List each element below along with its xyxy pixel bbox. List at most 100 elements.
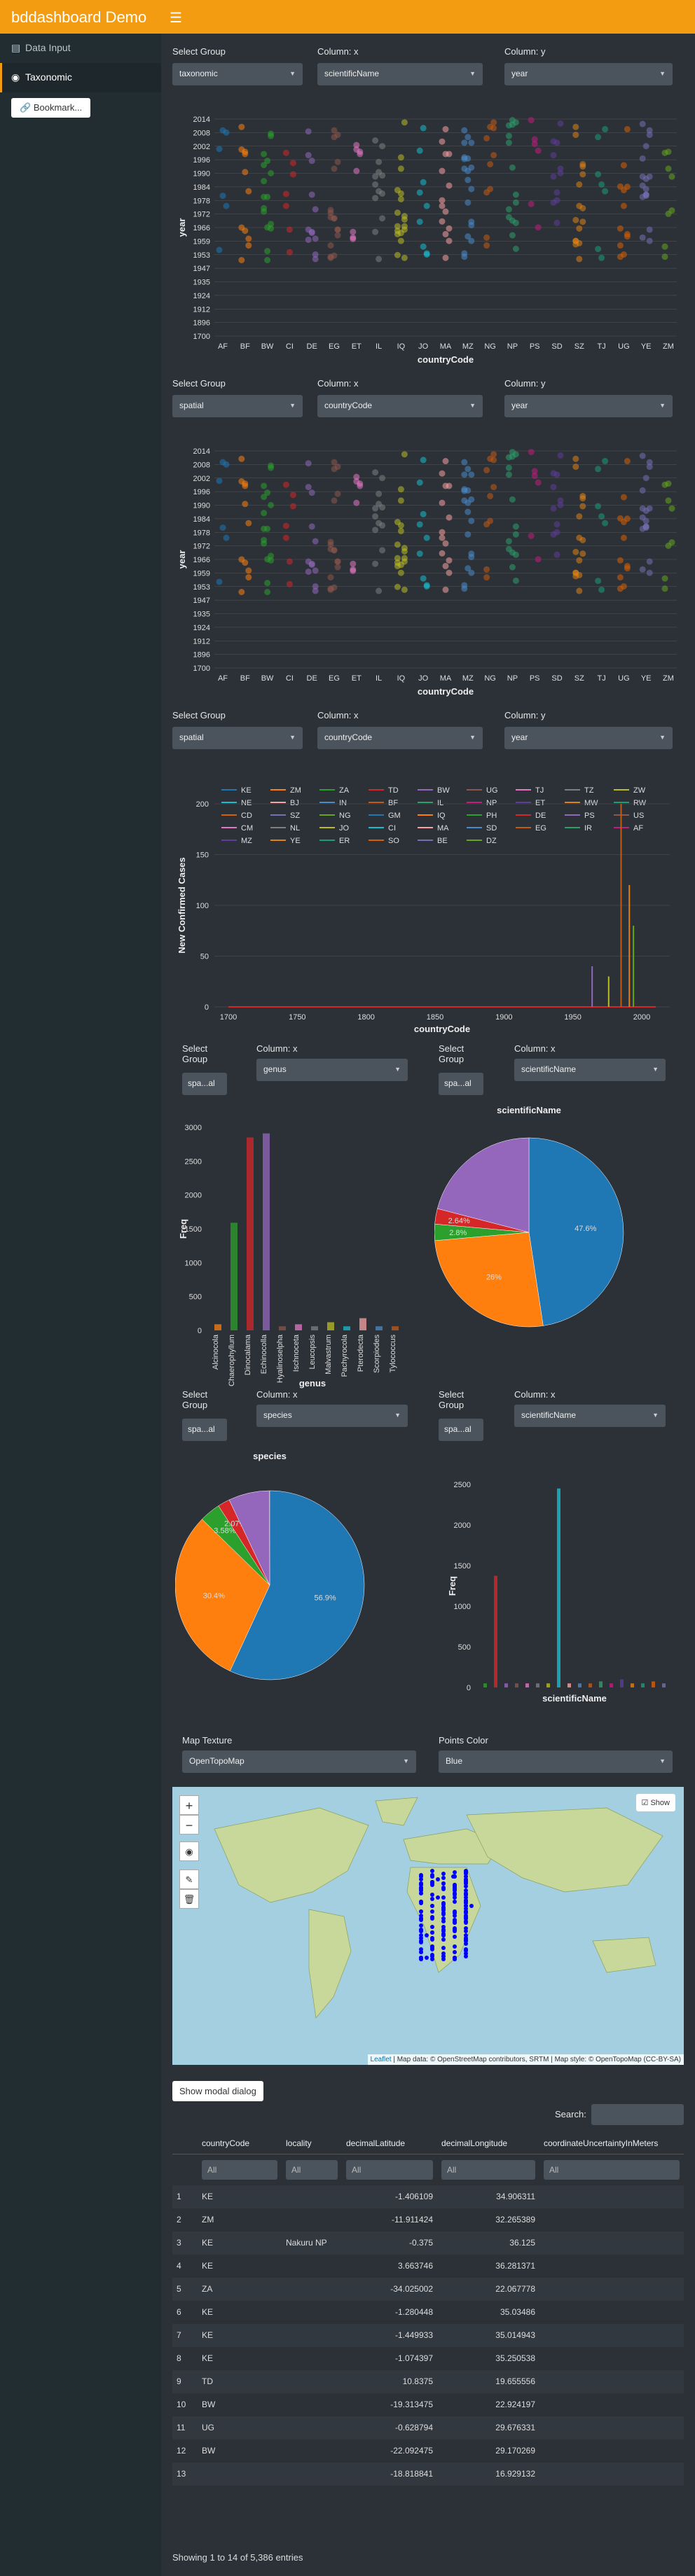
x-tick-label: 1800 <box>357 1013 374 1022</box>
group-select[interactable]: spa...al <box>439 1419 483 1441</box>
world-map[interactable]: + − ◉ ✎ 🗑 ☑ Show Leaflet | Map data: © O… <box>172 1787 684 2065</box>
bar <box>599 1681 603 1687</box>
data-point <box>334 558 341 565</box>
edit-icon[interactable]: ✎ <box>179 1870 199 1889</box>
bar <box>392 1326 399 1330</box>
data-point <box>282 522 289 529</box>
table-cell: -19.313475 <box>390 2400 433 2409</box>
data-point <box>223 202 230 209</box>
column-header[interactable]: countryCode <box>198 2133 282 2154</box>
data-point <box>420 457 427 464</box>
data-point <box>642 191 649 198</box>
search-input[interactable] <box>591 2104 684 2125</box>
column-header[interactable]: locality <box>282 2133 342 2154</box>
data-point <box>461 139 468 146</box>
x-select[interactable]: countryCode ▼ <box>317 727 483 749</box>
data-point <box>646 558 653 565</box>
column-header[interactable]: decimalLongitude <box>437 2133 539 2154</box>
sidebar-item-taxonomic[interactable]: ◉ Taxonomic <box>0 63 161 92</box>
data-point <box>286 558 293 565</box>
table-row[interactable]: 4 KE 3.663746 36.281371 <box>172 2255 684 2278</box>
table-row[interactable]: 8 KE -1.074397 35.250538 <box>172 2347 684 2370</box>
y-select[interactable]: year ▼ <box>504 395 673 417</box>
table-row[interactable]: 10 BW -19.313475 22.924197 <box>172 2393 684 2416</box>
group-select[interactable]: spa...al <box>182 1419 227 1441</box>
table-cell <box>539 2393 684 2416</box>
data-point <box>264 248 271 255</box>
data-point <box>216 478 223 485</box>
y-select[interactable]: year ▼ <box>504 727 673 749</box>
table-row[interactable]: 7 KE -1.449933 35.014943 <box>172 2323 684 2347</box>
data-point <box>487 455 494 462</box>
data-point <box>245 235 252 242</box>
legend-label: CM <box>241 824 253 833</box>
data-point <box>528 200 535 207</box>
table-cell: 22.924197 <box>495 2400 535 2409</box>
show-modal-button[interactable]: Show modal dialog <box>172 2081 263 2101</box>
x-select[interactable]: scientificName ▼ <box>514 1405 666 1427</box>
data-point <box>379 143 386 150</box>
locate-button[interactable]: ◉ <box>179 1842 199 1861</box>
bar <box>263 1133 270 1330</box>
zoom-in-button[interactable]: + <box>179 1795 199 1815</box>
data-point <box>223 534 230 541</box>
x-tick-label: 1900 <box>495 1013 512 1022</box>
sidebar-item-data-input[interactable]: ▤ Data Input <box>0 34 161 63</box>
group-select[interactable]: spa...al <box>439 1073 483 1095</box>
map-texture-select[interactable]: OpenTopoMap ▼ <box>182 1750 416 1773</box>
layer-toggle[interactable]: ☑ Show <box>635 1794 675 1811</box>
table-cell <box>282 2462 342 2486</box>
points-color-select[interactable]: Blue ▼ <box>439 1750 673 1773</box>
x-select[interactable]: countryCode ▼ <box>317 395 483 417</box>
trash-icon[interactable]: 🗑 <box>179 1889 199 1909</box>
x-tick-label: ET <box>352 342 362 351</box>
table-row[interactable]: 12 BW -22.092475 29.170269 <box>172 2439 684 2463</box>
table-row[interactable]: 3 KE Nakuru NP -0.375 36.125 <box>172 2231 684 2255</box>
x-select[interactable]: genus ▼ <box>256 1059 408 1081</box>
group-select[interactable]: spa...al <box>182 1073 227 1095</box>
table-row[interactable]: 1 KE -1.406109 34.906311 <box>172 2185 684 2208</box>
map-marker <box>419 1918 423 1922</box>
filter-input[interactable]: All <box>202 2159 277 2180</box>
x-select[interactable]: scientificName ▼ <box>317 63 483 85</box>
table-cell <box>539 2369 684 2393</box>
data-point <box>305 128 312 135</box>
table-row[interactable]: 5 ZA -34.025002 22.067778 <box>172 2277 684 2301</box>
group-select[interactable]: spatial ▼ <box>172 395 303 417</box>
zoom-out-button[interactable]: − <box>179 1815 199 1834</box>
hamburger-icon[interactable]: ☰ <box>170 9 182 27</box>
legend-label: AF <box>633 824 643 833</box>
filter-input[interactable]: All <box>544 2159 680 2180</box>
table-row[interactable]: 2 ZM -11.911424 32.265389 <box>172 2208 684 2232</box>
filter-input[interactable]: All <box>286 2159 338 2180</box>
table-row[interactable]: 11 UG -0.628794 29.676331 <box>172 2416 684 2439</box>
data-point <box>598 181 605 188</box>
data-point <box>579 550 586 557</box>
data-point <box>401 119 408 126</box>
x-tick-label: Pterodecta <box>357 1334 365 1372</box>
data-point <box>268 132 275 139</box>
data-point <box>617 557 624 564</box>
data-point <box>602 520 609 527</box>
bar <box>567 1683 571 1687</box>
x-select[interactable]: scientificName ▼ <box>514 1059 666 1081</box>
y-select[interactable]: year ▼ <box>504 63 673 85</box>
group-select[interactable]: spatial ▼ <box>172 727 303 749</box>
table-row[interactable]: 6 KE -1.280448 35.03486 <box>172 2301 684 2324</box>
column-header[interactable]: coordinateUncertaintyInMeters <box>539 2133 684 2154</box>
filter-input[interactable]: All <box>441 2159 535 2180</box>
data-point <box>642 475 649 482</box>
bookmark-button[interactable]: 🔗 Bookmark... <box>11 98 91 118</box>
filter-input[interactable]: All <box>346 2159 433 2180</box>
table-row[interactable]: 13 -18.818841 16.929132 <box>172 2462 684 2486</box>
table-cell <box>282 2347 342 2370</box>
data-point <box>661 585 668 592</box>
map-marker <box>453 1887 457 1891</box>
map-marker <box>464 1904 468 1908</box>
table-row[interactable]: 9 TD 10.8375 19.655556 <box>172 2369 684 2393</box>
column-header[interactable]: decimalLatitude <box>342 2133 437 2154</box>
group-select[interactable]: taxonomic ▼ <box>172 63 303 85</box>
data-point <box>483 521 490 528</box>
data-point <box>446 557 453 564</box>
x-select[interactable]: species ▼ <box>256 1405 408 1427</box>
